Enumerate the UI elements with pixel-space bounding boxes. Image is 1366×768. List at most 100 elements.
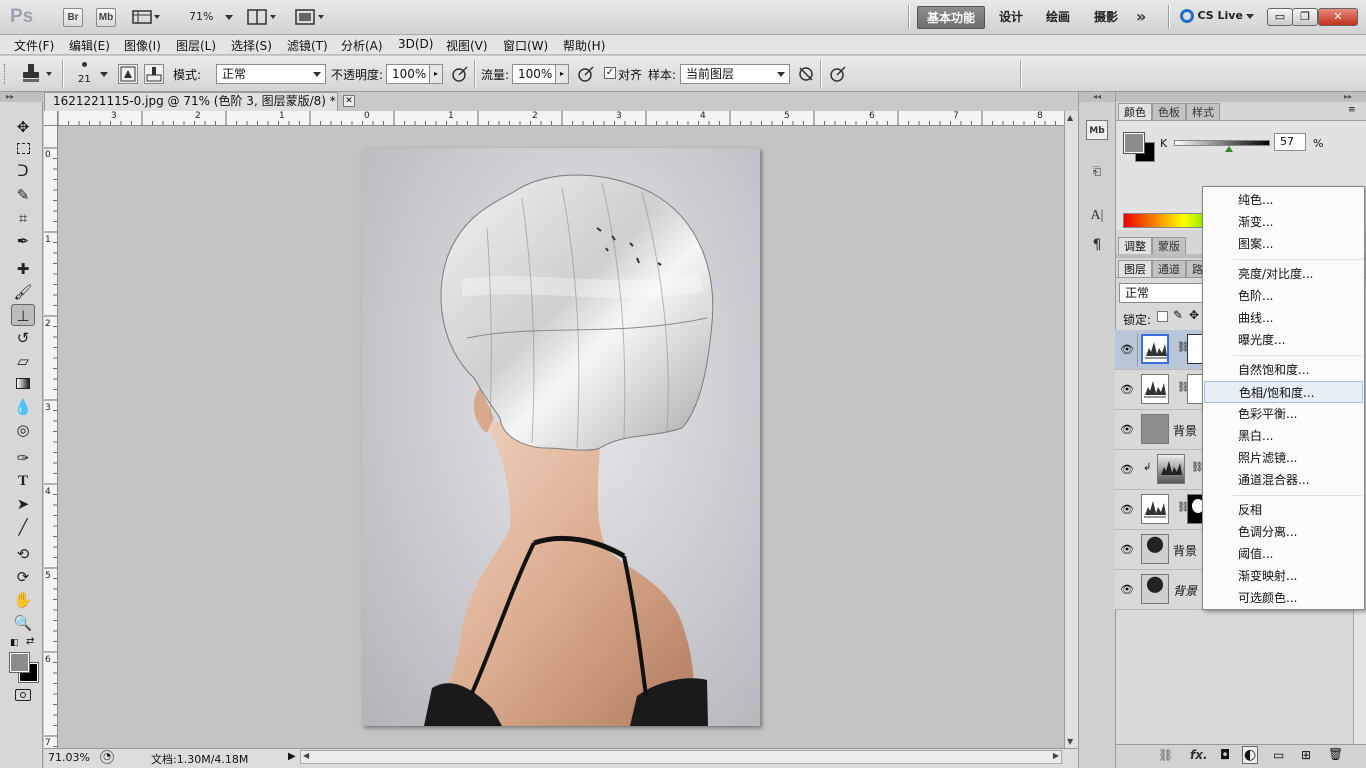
tab-masks[interactable]: 蒙版 [1152, 237, 1186, 254]
scroll-up-icon[interactable]: ▲ [1067, 113, 1073, 122]
horizontal-ruler[interactable]: 3 2 1 0 1 2 3 4 5 6 7 8 [58, 111, 1064, 126]
workspace-painting[interactable]: 绘画 [1037, 6, 1079, 29]
menu-item-photo-filter[interactable]: 照片滤镜... [1204, 447, 1363, 469]
layer-row[interactable]: 👁 ⛓ [1115, 330, 1215, 370]
workspace-design[interactable]: 设计 [990, 6, 1032, 29]
layer-row[interactable]: 👁 ↲ ⛓ [1115, 450, 1207, 490]
photo-layer-thumb[interactable] [1141, 534, 1169, 564]
color-panel-menu-icon[interactable]: ≡ [1348, 105, 1356, 115]
menu-item-gradient[interactable]: 渐变... [1204, 211, 1363, 233]
layer-thumb[interactable] [1141, 414, 1169, 444]
quick-mask-icon[interactable] [11, 686, 35, 708]
menu-view[interactable]: 视图(V) [446, 37, 488, 54]
levels-clipped-thumb[interactable] [1157, 454, 1185, 484]
k-slider-handle[interactable] [1225, 146, 1233, 152]
menu-item-curves[interactable]: 曲线... [1204, 307, 1363, 329]
history-brush-tool-icon[interactable]: ↺ [11, 327, 35, 349]
levels-adjustment-thumb[interactable] [1141, 374, 1169, 404]
eyedropper-tool-icon[interactable]: ✒ [11, 230, 35, 252]
close-document-icon[interactable]: ✕ [343, 95, 355, 107]
photo-layer-thumb[interactable] [1141, 574, 1169, 604]
tab-swatches[interactable]: 色板 [1152, 103, 1186, 120]
ignore-adjustment-layers-icon[interactable] [796, 64, 816, 84]
hand-tool-icon[interactable]: ✋ [11, 589, 35, 611]
more-workspaces-button[interactable]: » [1136, 7, 1146, 26]
layer-row[interactable]: 👁 ⛓ [1115, 490, 1215, 530]
menu-item-solid-color[interactable]: 纯色... [1204, 189, 1363, 211]
mode-select[interactable]: 正常 [216, 64, 326, 84]
path-selection-tool-icon[interactable]: ➤ [11, 493, 35, 515]
collapse-panels-button[interactable]: ▸▸ [1116, 92, 1366, 102]
add-mask-icon[interactable]: ◘ [1220, 748, 1230, 763]
menu-item-pattern[interactable]: 图案... [1204, 233, 1363, 255]
workspace-essentials[interactable]: 基本功能 [917, 6, 986, 29]
menu-image[interactable]: 图像(I) [124, 37, 161, 54]
toggle-brush-panel-icon[interactable] [118, 64, 138, 84]
menu-analysis[interactable]: 分析(A) [341, 37, 383, 54]
menu-select[interactable]: 选择(S) [231, 37, 272, 54]
scroll-right-icon[interactable]: ▶ [1053, 751, 1059, 760]
menu-layer[interactable]: 图层(L) [176, 37, 216, 54]
toggle-clone-source-icon[interactable] [144, 64, 164, 84]
workspace-photography[interactable]: 摄影 [1085, 6, 1127, 29]
lock-pixels-icon[interactable]: ✎ [1173, 308, 1183, 322]
gradient-tool-icon[interactable] [11, 373, 35, 395]
options-grip[interactable] [4, 64, 8, 84]
zoom-tool-icon[interactable]: 🔍 [11, 612, 35, 634]
menu-item-color-balance[interactable]: 色彩平衡... [1204, 403, 1363, 425]
canvas-horizontal-scrollbar[interactable]: ◀ ▶ [300, 750, 1062, 764]
aligned-checkbox[interactable]: ✓ [604, 67, 616, 79]
status-zoom[interactable]: 71.03% [48, 751, 90, 764]
tab-color[interactable]: 颜色 [1118, 103, 1152, 120]
expand-strip-button[interactable]: ◂◂ [1079, 92, 1116, 102]
status-menu-arrow-icon[interactable]: ▶ [288, 751, 296, 762]
k-slider-track[interactable] [1174, 140, 1270, 146]
layer-row[interactable]: 👁 ⛓ [1115, 370, 1215, 410]
ruler-origin[interactable] [44, 111, 58, 126]
scroll-down-icon[interactable]: ▼ [1067, 737, 1073, 746]
clone-stamp-preset-icon[interactable] [20, 62, 58, 87]
pen-tool-icon[interactable]: ✑ [11, 447, 35, 469]
close-button[interactable]: ✕ [1318, 8, 1358, 26]
airbrush-icon[interactable] [576, 64, 596, 84]
layer-visibility-eye-icon[interactable]: 👁 [1119, 462, 1135, 478]
tab-adjustments[interactable]: 调整 [1118, 237, 1152, 254]
menu-item-invert[interactable]: 反相 [1204, 499, 1363, 521]
levels-adjustment-thumb[interactable] [1141, 334, 1169, 364]
color-panel-foreground-swatch[interactable] [1123, 132, 1145, 154]
menu-item-brightness-contrast[interactable]: 亮度/对比度... [1204, 263, 1363, 285]
delete-layer-icon[interactable]: 🗑 [1328, 747, 1343, 761]
mini-bridge-button[interactable]: Mb [96, 8, 116, 27]
layer-visibility-eye-icon[interactable]: 👁 [1119, 382, 1135, 398]
healing-brush-tool-icon[interactable]: ✚ [11, 258, 35, 280]
menu-item-threshold[interactable]: 阈值... [1204, 543, 1363, 565]
layer-row[interactable]: 👁 背景 [1115, 410, 1207, 450]
sample-select[interactable]: 当前图层 [680, 64, 790, 84]
3d-rotate-tool-icon[interactable]: ⟲ [11, 543, 35, 565]
bridge-button[interactable]: Br [63, 8, 83, 27]
paragraph-panel-icon[interactable]: ¶ [1086, 235, 1108, 255]
swap-colors-icon[interactable]: ⇄ [26, 636, 34, 647]
menu-item-posterize[interactable]: 色调分离... [1204, 521, 1363, 543]
new-adjustment-layer-icon[interactable]: ◐ [1242, 746, 1259, 764]
menu-help[interactable]: 帮助(H) [563, 37, 605, 54]
menu-item-black-white[interactable]: 黑白... [1204, 425, 1363, 447]
canvas-vertical-scrollbar[interactable]: ▲ ▼ [1064, 111, 1078, 748]
tab-styles[interactable]: 样式 [1186, 103, 1220, 120]
marquee-tool-icon[interactable] [11, 138, 35, 160]
foreground-color-swatch[interactable] [9, 652, 30, 673]
tab-channels[interactable]: 通道 [1152, 260, 1186, 277]
document-tab[interactable]: 1621221115-0.jpg @ 71% (色阶 3, 图层蒙版/8) * … [44, 92, 355, 111]
arrange-documents-icon[interactable] [247, 9, 279, 28]
character-panel-icon[interactable]: A| [1086, 206, 1108, 226]
view-extras-icon[interactable] [132, 9, 160, 25]
menu-file[interactable]: 文件(F) [14, 37, 54, 54]
eraser-tool-icon[interactable]: ▱ [11, 350, 35, 372]
cs-live-button[interactable]: CS Live [1180, 9, 1255, 23]
type-tool-icon[interactable]: T [11, 470, 35, 492]
lock-position-icon[interactable]: ✥ [1189, 308, 1199, 322]
menu-window[interactable]: 窗口(W) [503, 37, 548, 54]
layer-visibility-eye-icon[interactable]: 👁 [1119, 582, 1135, 598]
levels-adjustment-thumb[interactable] [1141, 494, 1169, 524]
new-group-icon[interactable]: ▭ [1273, 748, 1284, 762]
